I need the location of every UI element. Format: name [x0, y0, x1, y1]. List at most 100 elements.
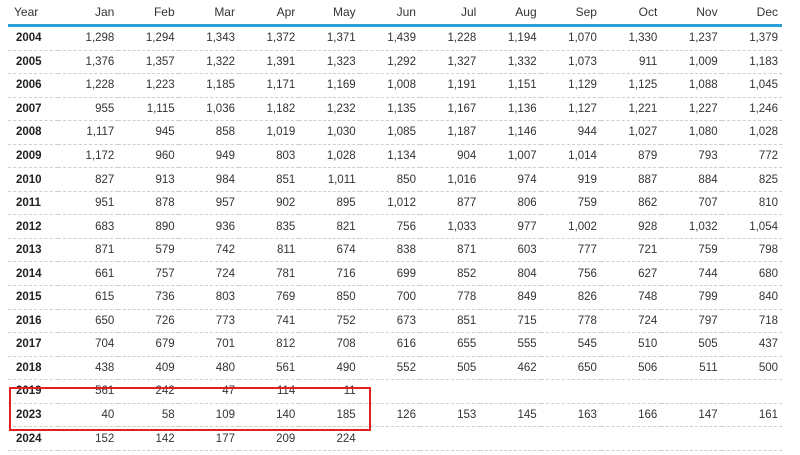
year-cell: 2009	[8, 144, 58, 169]
value-cell: 47	[178, 379, 239, 404]
data-table-container: Year Jan Feb Mar Apr May Jun Jul Aug Sep Oct Nov Dec…	[0, 0, 782, 451]
value-cell	[721, 379, 782, 404]
year-cell: 2012	[8, 214, 58, 239]
value-cell: 153	[419, 403, 481, 428]
column-header-mar[interactable]: Mar	[178, 0, 239, 27]
table-header: Year Jan Feb Mar Apr May Jun Jul Aug Sep Oct Nov Dec	[8, 0, 782, 27]
value-cell: 650	[540, 356, 601, 381]
value-cell: 1,115	[118, 97, 179, 122]
table-row: 2023 40 58 109 140 185 126 153 145 163 166 147 161	[8, 403, 782, 428]
value-cell: 561	[58, 379, 119, 404]
value-cell: 858	[178, 120, 239, 145]
column-header-oct[interactable]: Oct	[600, 0, 662, 27]
column-header-may[interactable]: May	[299, 0, 360, 27]
value-cell: 957	[178, 191, 239, 216]
value-cell: 850	[359, 167, 420, 192]
value-cell: 904	[419, 144, 481, 169]
value-cell: 438	[58, 356, 119, 381]
value-cell: 707	[661, 191, 722, 216]
table-row: 2011 951 878 957 902 895 1,012 877 806 759 862 707 8…	[8, 191, 782, 216]
column-header-aug[interactable]: Aug	[480, 0, 541, 27]
table-row: 2016 650 726 773 741 752 673 851 715 778 724 797 718	[8, 309, 782, 334]
value-cell: 627	[600, 261, 662, 287]
value-cell: 715	[480, 309, 541, 334]
column-header-apr[interactable]: Apr	[238, 0, 300, 27]
value-cell: 944	[540, 120, 601, 145]
value-cell: 1,183	[721, 50, 782, 75]
column-header-sep[interactable]: Sep	[540, 0, 601, 27]
value-cell: 142	[118, 426, 179, 451]
value-cell: 147	[661, 403, 722, 428]
value-cell: 911	[600, 50, 662, 75]
value-cell: 778	[419, 285, 481, 310]
column-header-dec[interactable]: Dec	[721, 0, 782, 27]
value-cell: 661	[58, 261, 119, 287]
value-cell: 850	[299, 285, 360, 310]
value-cell: 704	[58, 332, 119, 357]
value-cell: 748	[600, 285, 662, 310]
value-cell: 781	[238, 261, 300, 287]
value-cell: 718	[721, 309, 782, 334]
value-cell: 1,376	[58, 50, 119, 75]
value-cell: 1,246	[721, 97, 782, 122]
value-cell: 716	[299, 261, 360, 287]
year-cell: 2016	[8, 309, 58, 334]
year-cell: 2010	[8, 167, 58, 192]
value-cell: 1,129	[540, 73, 601, 98]
value-cell: 1,007	[480, 144, 541, 169]
value-cell: 1,172	[58, 144, 119, 169]
value-cell: 555	[480, 332, 541, 357]
value-cell	[480, 379, 541, 404]
value-cell: 840	[721, 285, 782, 310]
value-cell: 852	[419, 261, 481, 287]
value-cell: 561	[238, 356, 300, 381]
value-cell: 655	[419, 332, 481, 357]
value-cell	[721, 426, 782, 451]
value-cell: 1,028	[299, 144, 360, 169]
value-cell: 166	[600, 403, 662, 428]
value-cell	[359, 379, 420, 404]
value-cell: 224	[299, 426, 360, 451]
value-cell: 742	[178, 238, 239, 263]
value-cell: 871	[58, 238, 119, 263]
value-cell: 1,191	[419, 73, 481, 98]
value-cell: 603	[480, 238, 541, 263]
value-cell: 821	[299, 214, 360, 239]
value-cell: 799	[661, 285, 722, 310]
value-cell: 772	[721, 144, 782, 169]
value-cell: 1,391	[238, 50, 300, 75]
column-header-jun[interactable]: Jun	[359, 0, 420, 27]
table-row: 2017 704 679 701 812 708 616 655 555 545 510 505 437	[8, 332, 782, 357]
table-row: 2014 661 757 724 781 716 699 852 804 756 627 744 680	[8, 261, 782, 287]
table-row: 2006 1,228 1,223 1,185 1,171 1,169 1,008 1,191 1…	[8, 73, 782, 98]
column-header-nov[interactable]: Nov	[661, 0, 722, 27]
value-cell: 1,008	[359, 73, 420, 98]
value-cell: 835	[238, 214, 300, 239]
value-cell: 462	[480, 356, 541, 381]
value-cell: 849	[480, 285, 541, 310]
year-cell: 2015	[8, 285, 58, 310]
value-cell: 862	[600, 191, 662, 216]
value-cell: 1,439	[359, 25, 420, 51]
table-row: 2009 1,172 960 949 803 1,028 1,134 904 1,007 1,01…	[8, 144, 782, 169]
value-cell: 803	[238, 144, 300, 169]
column-header-feb[interactable]: Feb	[118, 0, 179, 27]
value-cell: 798	[721, 238, 782, 263]
value-cell: 1,033	[419, 214, 481, 239]
value-cell: 1,194	[480, 25, 541, 51]
value-cell	[661, 379, 722, 404]
value-cell: 1,019	[238, 120, 300, 145]
value-cell	[661, 426, 722, 451]
column-header-jan[interactable]: Jan	[58, 0, 119, 27]
value-cell: 1,221	[600, 97, 662, 122]
value-cell: 1,014	[540, 144, 601, 169]
value-cell: 1,032	[661, 214, 722, 239]
column-header-year[interactable]: Year	[8, 0, 58, 27]
column-header-jul[interactable]: Jul	[419, 0, 481, 27]
table-row: 2007 955 1,115 1,036 1,182 1,232 1,135 1,167 1,1…	[8, 97, 782, 122]
table-row: 2008 1,117 945 858 1,019 1,030 1,085 1,187 1,146…	[8, 120, 782, 145]
table-row: 2024 152 142 177 209 224	[8, 426, 782, 451]
value-cell: 871	[419, 238, 481, 263]
value-cell: 1,011	[299, 167, 360, 192]
value-cell: 1,237	[661, 25, 722, 51]
